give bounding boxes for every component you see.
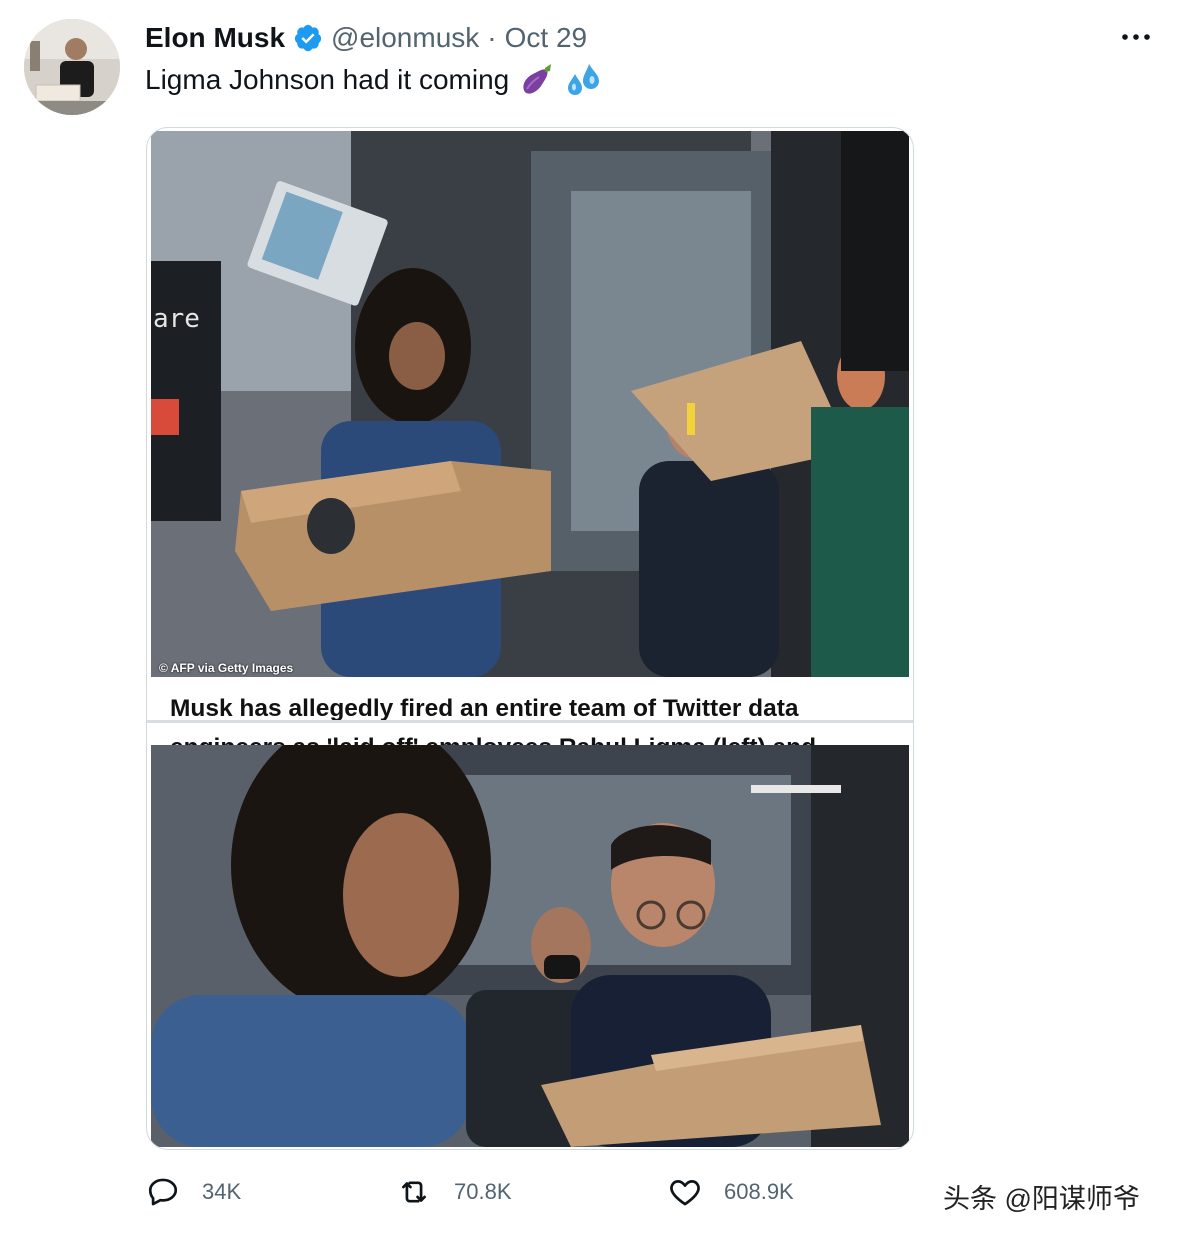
avatar[interactable]: [24, 19, 120, 115]
tweet-header: Elon Musk @elonmusk · Oct 29: [145, 20, 587, 56]
tweet-date[interactable]: Oct 29: [505, 22, 587, 54]
tweet-media[interactable]: are © AFP via Getty Images Musk has alle…: [146, 127, 914, 1150]
header-separator: ·: [487, 22, 497, 53]
tweet-body: Ligma Johnson had it coming: [145, 64, 510, 95]
author-name[interactable]: Elon Musk: [145, 22, 285, 54]
caption-divider: [147, 720, 913, 723]
more-horizontal-icon: [1122, 34, 1150, 40]
heart-icon: [670, 1180, 700, 1206]
like-button[interactable]: 608.9K: [668, 1175, 794, 1209]
more-options-button[interactable]: [1116, 22, 1156, 52]
avatar-photo: [24, 19, 120, 115]
verified-badge-icon: [294, 24, 322, 52]
eggplant-icon: [523, 64, 552, 94]
photo-office-exit: are: [151, 131, 909, 677]
watermark: 头条 @阳谋师爷: [943, 1184, 1140, 1214]
sweat-droplets-icon: [568, 64, 600, 95]
retweet-count: 70.8K: [454, 1179, 512, 1204]
photo-closeup: [151, 745, 909, 1147]
tweet-text: Ligma Johnson had it coming: [145, 62, 603, 98]
reply-button[interactable]: 34K: [146, 1175, 241, 1209]
reply-icon: [148, 1178, 178, 1206]
author-handle[interactable]: @elonmusk: [331, 22, 479, 54]
like-count: 608.9K: [724, 1179, 794, 1204]
storefront-sign: are: [153, 304, 200, 334]
photo-credit: © AFP via Getty Images: [159, 661, 294, 675]
news-photo-top[interactable]: are © AFP via Getty Images: [151, 131, 909, 677]
news-photo-bottom[interactable]: [151, 745, 909, 1147]
retweet-button[interactable]: 70.8K: [396, 1175, 512, 1209]
reply-count: 34K: [202, 1179, 242, 1204]
retweet-icon: [402, 1181, 426, 1203]
